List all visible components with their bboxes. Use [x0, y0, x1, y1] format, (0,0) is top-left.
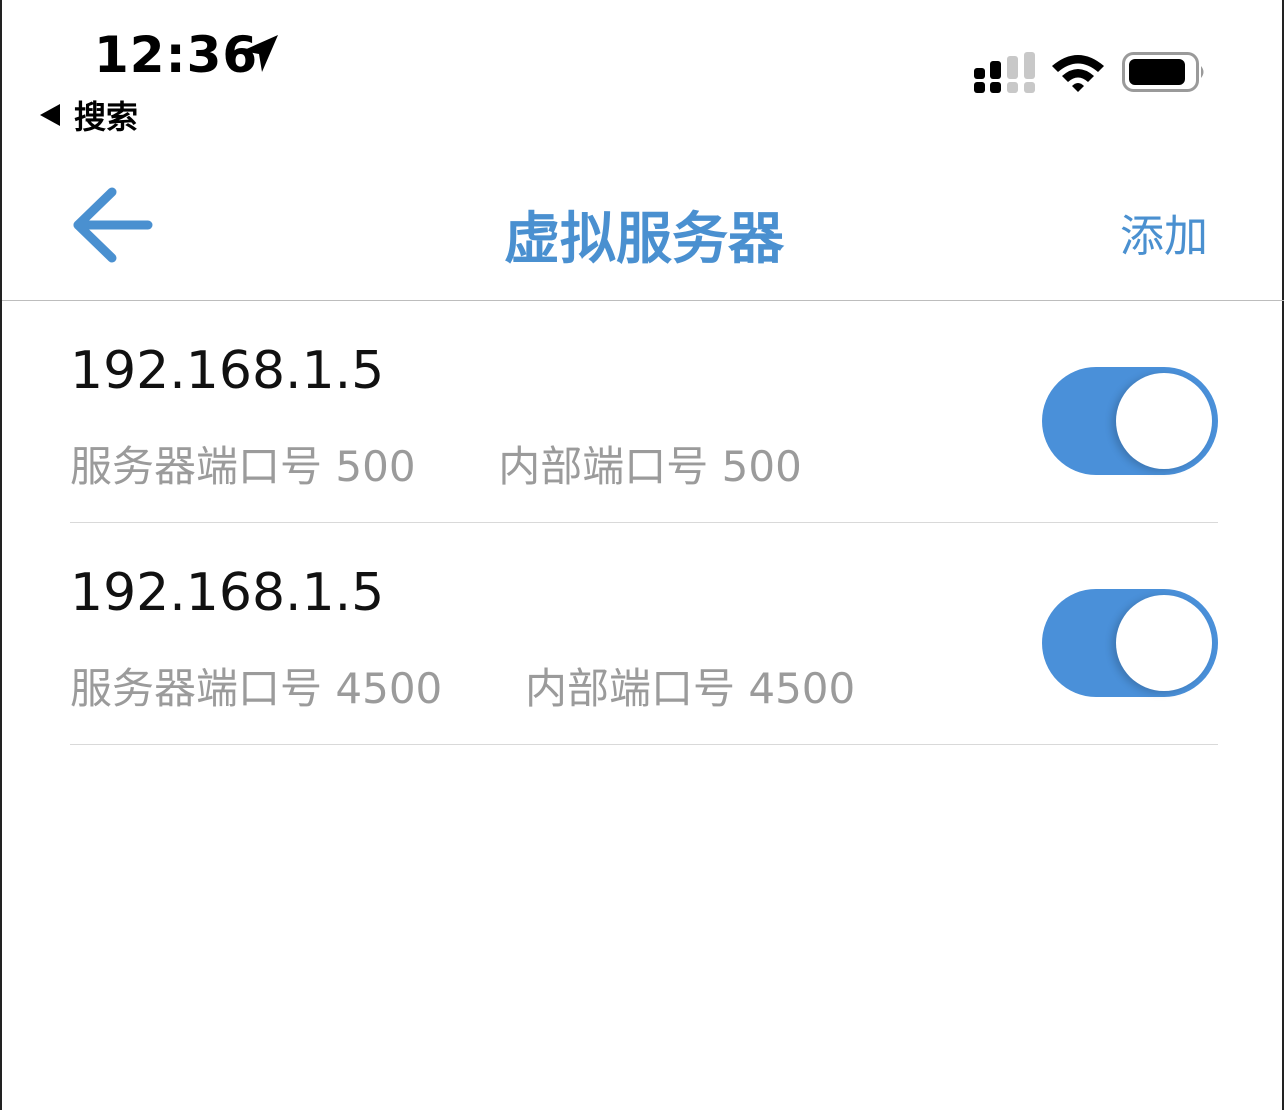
- server-row[interactable]: 192.168.1.5 服务器端口号 4500 内部端口号 4500: [70, 523, 1218, 745]
- internal-port-label: 内部端口号: [524, 664, 735, 713]
- server-ip: 192.168.1.5: [70, 563, 385, 623]
- back-to-search-button[interactable]: 搜索: [40, 92, 138, 138]
- enable-toggle[interactable]: [1042, 367, 1218, 475]
- virtual-server-list: 192.168.1.5 服务器端口号 500 内部端口号 500 192.168…: [70, 301, 1218, 745]
- server-port-label: 服务器端口号: [70, 442, 323, 491]
- battery-icon: [1122, 52, 1204, 92]
- server-port-value: 500: [335, 442, 416, 491]
- server-port-info: 服务器端口号 4500 内部端口号 4500: [70, 655, 855, 716]
- internal-port-value: 500: [721, 442, 802, 491]
- back-triangle-icon: [40, 104, 60, 126]
- status-time: 12:36: [94, 26, 259, 84]
- server-port-info: 服务器端口号 500 内部端口号 500: [70, 433, 802, 494]
- app-screen: 12:36 搜索 虚拟服务器 添加 192.168.1.5 服务器端口号 500…: [0, 0, 1284, 1110]
- toggle-knob: [1116, 373, 1212, 469]
- internal-port-value: 4500: [748, 664, 856, 713]
- location-arrow-icon: [242, 35, 278, 72]
- server-port-value: 4500: [335, 664, 443, 713]
- add-button[interactable]: 添加: [1120, 200, 1208, 264]
- page-title: 虚拟服务器: [504, 207, 784, 272]
- back-app-label: 搜索: [74, 98, 139, 136]
- server-port-label: 服务器端口号: [70, 664, 323, 713]
- server-ip: 192.168.1.5: [70, 341, 385, 401]
- enable-toggle[interactable]: [1042, 589, 1218, 697]
- cellular-signal-icon: [974, 52, 1035, 93]
- server-row[interactable]: 192.168.1.5 服务器端口号 500 内部端口号 500: [70, 301, 1218, 523]
- internal-port-label: 内部端口号: [498, 442, 709, 491]
- wifi-icon: [1052, 55, 1104, 92]
- toggle-knob: [1116, 595, 1212, 691]
